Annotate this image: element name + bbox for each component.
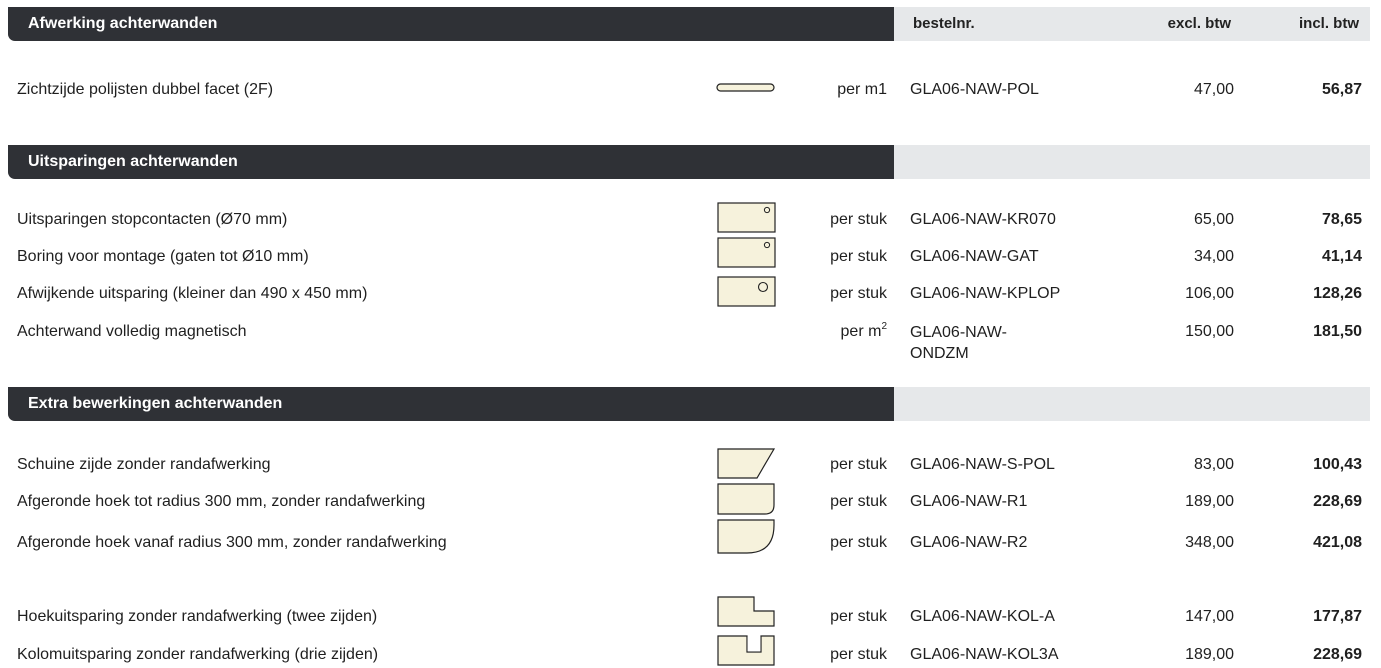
row-description: Schuine zijde zonder randafwerking bbox=[17, 456, 271, 473]
column-header-incl: incl. btw bbox=[1299, 15, 1359, 32]
section-title: Extra bewerkingen achterwanden bbox=[28, 395, 283, 412]
table-row: Zichtzijde polijsten dubbel facet (2F) p… bbox=[0, 78, 1381, 102]
row-price-incl: 228,69 bbox=[1313, 646, 1362, 663]
column-header-excl: excl. btw bbox=[1167, 15, 1231, 32]
row-price-incl: 181,50 bbox=[1313, 323, 1362, 340]
section-header-filler bbox=[894, 387, 1370, 421]
row-description: Uitsparingen stopcontacten (Ø70 mm) bbox=[17, 211, 288, 228]
table-row: Achterwand volledig magnetisch per m2 GL… bbox=[0, 320, 1381, 362]
row-price-excl: 34,00 bbox=[1193, 248, 1234, 265]
row-unit: per stuk bbox=[830, 211, 887, 228]
row-unit: per m1 bbox=[837, 81, 887, 98]
row-description: Afgeronde hoek vanaf radius 300 mm, zond… bbox=[17, 534, 447, 551]
table-row: Afwijkende uitsparing (kleiner dan 490 x… bbox=[0, 282, 1381, 306]
section-header-uitsparingen: Uitsparingen achterwanden bbox=[8, 145, 894, 179]
row-price-excl: 189,00 bbox=[1185, 493, 1234, 510]
section-title: Uitsparingen achterwanden bbox=[28, 153, 238, 170]
row-code: GLA06-NAW-KOL-A bbox=[910, 608, 1055, 625]
panel-small-hole-icon bbox=[717, 237, 776, 268]
section-header-extra-bewerkingen: Extra bewerkingen achterwanden bbox=[8, 387, 894, 421]
panel-small-hole-icon bbox=[717, 202, 776, 233]
row-description: Zichtzijde polijsten dubbel facet (2F) bbox=[17, 81, 274, 98]
row-code: GLA06-NAW-R2 bbox=[910, 534, 1028, 551]
row-unit: per stuk bbox=[830, 456, 887, 473]
row-price-excl: 348,00 bbox=[1185, 534, 1234, 551]
panel-small-radius-icon bbox=[717, 483, 775, 515]
panel-column-notch-icon bbox=[717, 635, 775, 666]
row-unit-superscript: 2 bbox=[881, 321, 887, 332]
row-price-excl: 147,00 bbox=[1185, 608, 1234, 625]
row-price-excl: 106,00 bbox=[1185, 285, 1234, 302]
row-unit: per stuk bbox=[830, 493, 887, 510]
row-price-incl: 228,69 bbox=[1313, 493, 1362, 510]
table-row: Kolomuitsparing zonder randafwerking (dr… bbox=[0, 643, 1381, 667]
section-header-filler bbox=[894, 145, 1370, 179]
row-unit: per m2 bbox=[841, 320, 887, 344]
table-row: Afgeronde hoek tot radius 300 mm, zonder… bbox=[0, 490, 1381, 514]
edge-strip-icon bbox=[716, 83, 775, 92]
table-row: Uitsparingen stopcontacten (Ø70 mm) per … bbox=[0, 208, 1381, 232]
row-description: Achterwand volledig magnetisch bbox=[17, 323, 247, 340]
row-description: Boring voor montage (gaten tot Ø10 mm) bbox=[17, 248, 309, 265]
row-description: Kolomuitsparing zonder randafwerking (dr… bbox=[17, 646, 379, 663]
row-unit: per stuk bbox=[830, 248, 887, 265]
table-row: Hoekuitsparing zonder randafwerking (twe… bbox=[0, 605, 1381, 629]
row-unit: per stuk bbox=[830, 646, 887, 663]
row-code: GLA06-NAW-KR070 bbox=[910, 211, 1056, 228]
row-unit: per stuk bbox=[830, 285, 887, 302]
row-price-incl: 41,14 bbox=[1321, 248, 1362, 265]
table-row: Boring voor montage (gaten tot Ø10 mm) p… bbox=[0, 245, 1381, 269]
row-code: GLA06-NAW-GAT bbox=[910, 248, 1039, 265]
row-price-excl: 189,00 bbox=[1185, 646, 1234, 663]
panel-large-radius-icon bbox=[717, 519, 775, 554]
table-row: Afgeronde hoek vanaf radius 300 mm, zond… bbox=[0, 531, 1381, 555]
row-code: GLA06-NAW-R1 bbox=[910, 493, 1028, 510]
column-header-code: bestelnr. bbox=[913, 15, 975, 32]
row-price-incl: 128,26 bbox=[1313, 285, 1362, 302]
row-price-incl: 177,87 bbox=[1313, 608, 1362, 625]
section-header-afwerking: Afwerking achterwanden bbox=[8, 7, 894, 41]
row-description: Hoekuitsparing zonder randafwerking (twe… bbox=[17, 608, 378, 625]
panel-slanted-corner-icon bbox=[717, 448, 776, 479]
row-code: GLA06-NAW-KOL3A bbox=[910, 646, 1059, 663]
row-unit: per stuk bbox=[830, 534, 887, 551]
row-price-incl: 100,43 bbox=[1313, 456, 1362, 473]
panel-corner-notch-icon bbox=[717, 596, 775, 627]
row-unit: per stuk bbox=[830, 608, 887, 625]
row-code: GLA06-NAW-ONDZM bbox=[910, 324, 1007, 362]
row-price-incl: 421,08 bbox=[1313, 534, 1362, 551]
row-price-excl: 83,00 bbox=[1193, 456, 1234, 473]
row-unit-text: per m bbox=[840, 323, 882, 340]
section-title: Afwerking achterwanden bbox=[28, 15, 218, 32]
row-code: GLA06-NAW-KPLOP bbox=[910, 285, 1061, 302]
row-price-excl: 47,00 bbox=[1193, 81, 1234, 98]
table-row: Schuine zijde zonder randafwerking per s… bbox=[0, 453, 1381, 477]
row-price-excl: 65,00 bbox=[1193, 211, 1234, 228]
row-price-incl: 56,87 bbox=[1321, 81, 1362, 98]
row-price-excl: 150,00 bbox=[1185, 323, 1234, 340]
row-code: GLA06-NAW-S-POL bbox=[910, 456, 1055, 473]
row-code: GLA06-NAW-POL bbox=[910, 81, 1039, 98]
row-description: Afgeronde hoek tot radius 300 mm, zonder… bbox=[17, 493, 426, 510]
row-price-incl: 78,65 bbox=[1321, 211, 1362, 228]
panel-large-hole-icon bbox=[717, 276, 776, 307]
row-description: Afwijkende uitsparing (kleiner dan 490 x… bbox=[17, 285, 368, 302]
